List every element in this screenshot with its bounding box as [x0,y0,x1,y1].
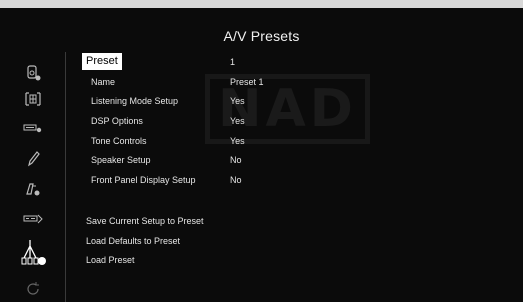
preset-row[interactable]: 1 [0,53,523,71]
setting-row-dsp-options[interactable]: DSP Options Yes [0,112,523,130]
setting-row-listening-mode[interactable]: Listening Mode Setup Yes [0,92,523,110]
setting-label: Tone Controls [91,136,147,146]
setting-label: Listening Mode Setup [91,96,179,106]
setting-row-speaker-setup[interactable]: Speaker Setup No [0,151,523,169]
action-label: Load Preset [86,255,135,265]
setting-label: Front Panel Display Setup [91,175,196,185]
setting-value: Yes [230,116,245,126]
load-defaults-button[interactable]: Load Defaults to Preset [0,232,523,250]
main-screen: A/V Presets NAD Preset 1 Name Preset 1 L… [0,8,523,302]
setting-value: No [230,175,242,185]
setting-label: DSP Options [91,116,143,126]
setting-row-tone-controls[interactable]: Tone Controls Yes [0,132,523,150]
save-current-setup-button[interactable]: Save Current Setup to Preset [0,212,523,230]
top-status-bar [0,0,523,8]
setting-value: No [230,155,242,165]
refresh-icon[interactable] [22,280,44,298]
setting-value: Yes [230,136,245,146]
preset-value: 1 [230,57,236,67]
setting-row-front-panel-display[interactable]: Front Panel Display Setup No [0,171,523,189]
setting-label: Speaker Setup [91,155,151,165]
action-label: Load Defaults to Preset [86,236,181,246]
action-label: Save Current Setup to Preset [86,216,204,226]
setting-label: Name [91,77,116,87]
setting-value: Yes [230,96,245,106]
setting-value: Preset 1 [230,77,264,87]
page-title: A/V Presets [223,28,300,44]
load-preset-button[interactable]: Load Preset [0,251,523,269]
setting-row-name[interactable]: Name Preset 1 [0,73,523,91]
